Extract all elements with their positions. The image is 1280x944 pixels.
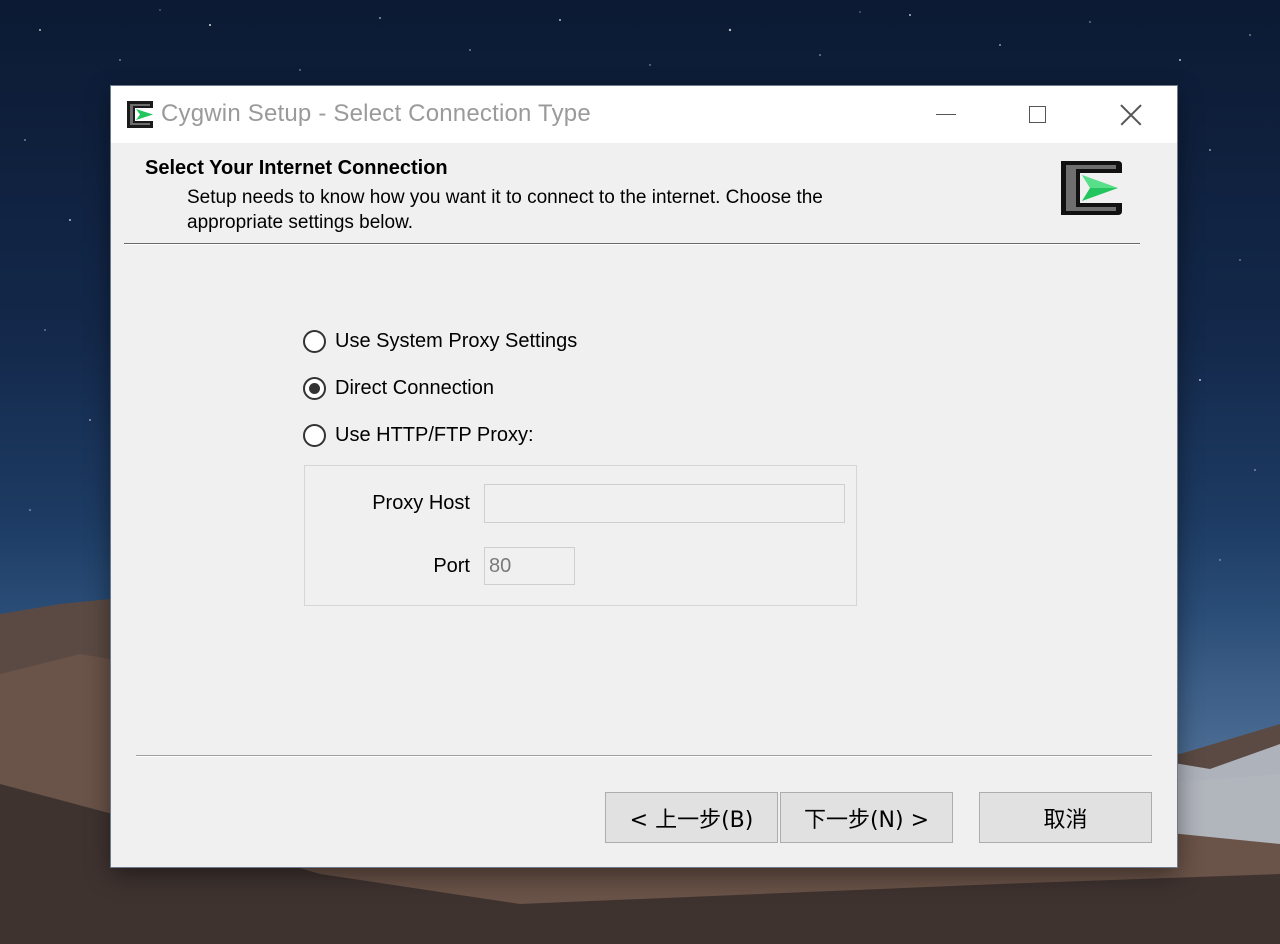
minimize-icon [936, 113, 956, 116]
port-label: Port [433, 555, 470, 577]
radio-system-proxy[interactable]: Use System Proxy Settings [303, 330, 577, 353]
minimize-button[interactable] [900, 86, 992, 143]
radio-button-selected[interactable] [303, 377, 326, 400]
radio-direct-connection[interactable]: Direct Connection [303, 377, 494, 400]
page-description: Setup needs to know how you want it to c… [187, 187, 823, 233]
proxy-host-input[interactable] [484, 484, 845, 523]
setup-window: Cygwin Setup - Select Connection Type Se… [111, 86, 1177, 867]
radio-label: Use HTTP/FTP Proxy: [335, 424, 534, 446]
close-button[interactable] [1085, 86, 1177, 143]
close-icon [1120, 104, 1142, 126]
cygwin-logo-icon [1061, 161, 1122, 215]
radio-label: Use System Proxy Settings [335, 330, 578, 352]
maximize-icon [1028, 106, 1046, 123]
page-title: Select Your Internet Connection [145, 157, 448, 179]
next-button[interactable]: 下一步(N) > [780, 792, 953, 843]
header-divider [124, 243, 1140, 245]
footer-divider [136, 755, 1152, 757]
window-title: Cygwin Setup - Select Connection Type [161, 100, 591, 127]
radio-label: Direct Connection [335, 377, 494, 399]
proxy-settings-group: Proxy Host Port [304, 465, 857, 606]
radio-button[interactable] [303, 424, 326, 447]
radio-http-ftp-proxy[interactable]: Use HTTP/FTP Proxy: [303, 424, 534, 447]
cancel-button[interactable]: 取消 [979, 792, 1152, 843]
cygwin-icon [127, 101, 153, 128]
port-input[interactable] [484, 547, 575, 585]
title-bar[interactable]: Cygwin Setup - Select Connection Type [111, 86, 1177, 143]
back-button[interactable]: < 上一步(B) [605, 792, 778, 843]
proxy-host-label: Proxy Host [372, 492, 470, 514]
maximize-button[interactable] [991, 86, 1083, 143]
radio-button[interactable] [303, 330, 326, 353]
page-header: Select Your Internet Connection Setup ne… [111, 143, 1177, 245]
